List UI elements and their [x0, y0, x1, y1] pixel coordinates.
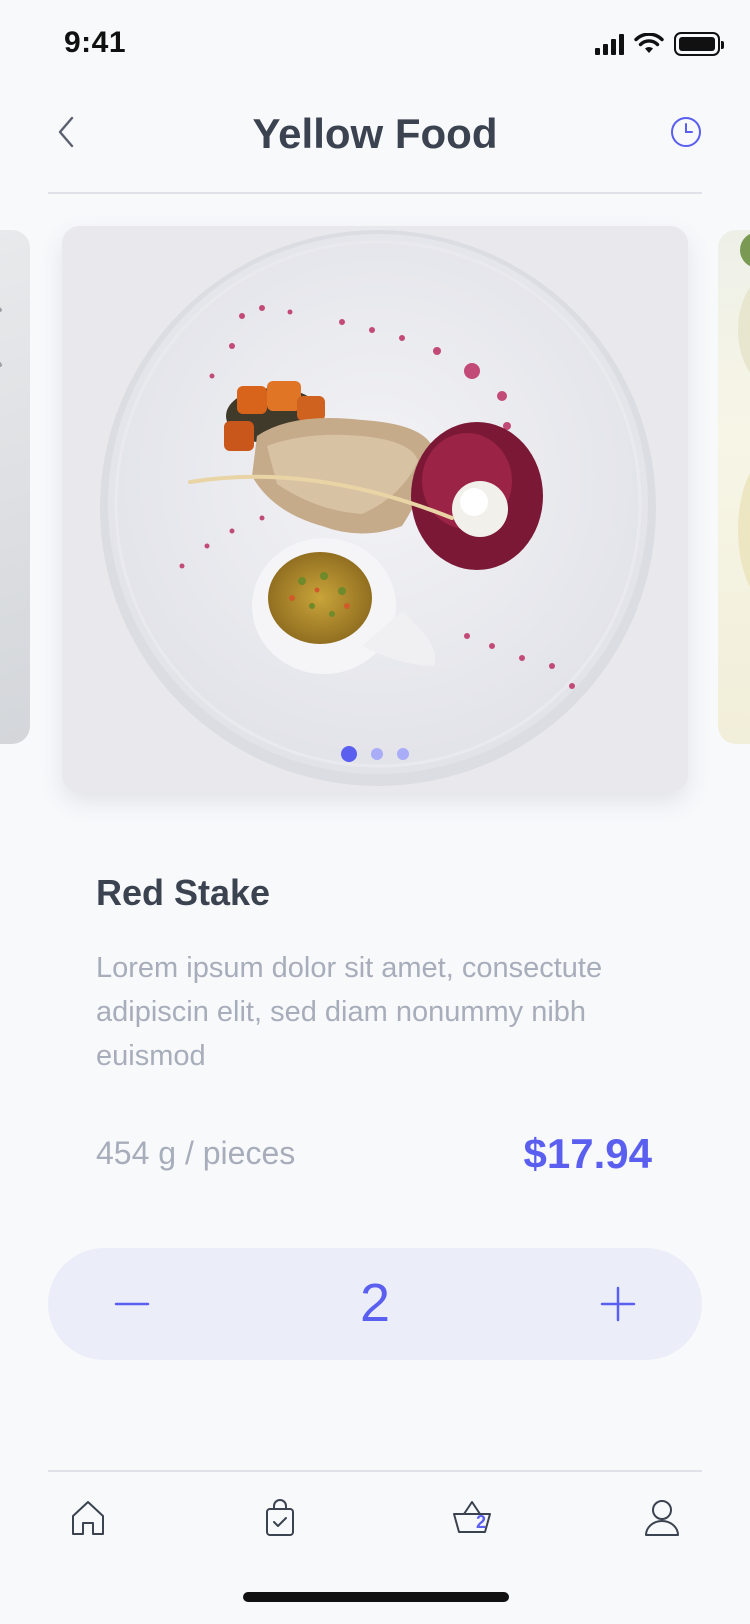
- food-image-carousel[interactable]: [0, 226, 750, 792]
- home-icon: [72, 1501, 104, 1535]
- home-indicator: [243, 1592, 509, 1602]
- carousel-dot-3[interactable]: [397, 748, 409, 760]
- product-price: $17.94: [523, 1130, 652, 1177]
- tab-bar: 2: [0, 1490, 750, 1560]
- history-button[interactable]: [666, 112, 706, 152]
- page-title: Yellow Food: [252, 110, 498, 157]
- increase-quantity-button[interactable]: [588, 1274, 648, 1334]
- previous-food-card[interactable]: [0, 230, 30, 744]
- product-name: Red Stake: [96, 872, 271, 913]
- plus-icon: [600, 1286, 636, 1322]
- basket-icon: [453, 1501, 491, 1533]
- food-image-card[interactable]: [62, 226, 688, 792]
- user-icon: [645, 1500, 679, 1536]
- carousel-pagination: [62, 746, 688, 762]
- product-weight: 454 g / pieces: [96, 1135, 296, 1171]
- battery-icon: [674, 32, 724, 56]
- quantity-stepper: 2: [48, 1248, 702, 1360]
- tab-profile[interactable]: [634, 1490, 690, 1546]
- carousel-dot-2[interactable]: [371, 748, 383, 760]
- status-bar: 9:41: [0, 0, 750, 90]
- carousel-dot-1[interactable]: [341, 746, 357, 762]
- tab-home[interactable]: [60, 1490, 116, 1546]
- product-description: Lorem ipsum dolor sit amet, consectute a…: [96, 952, 603, 1072]
- status-icons: [595, 32, 724, 56]
- food-plate-image: [62, 226, 688, 792]
- clock-icon: [671, 117, 701, 147]
- tab-cart[interactable]: 2: [444, 1490, 500, 1546]
- cart-count-badge: 2: [476, 1512, 487, 1532]
- tab-orders[interactable]: [252, 1490, 308, 1546]
- tab-bar-divider: [48, 1470, 702, 1472]
- next-food-card[interactable]: [718, 230, 750, 744]
- cellular-signal-icon: [595, 33, 624, 55]
- wifi-icon: [634, 33, 664, 53]
- header: Yellow Food: [0, 90, 750, 194]
- shopping-bag-icon: [266, 1499, 294, 1536]
- status-time: 9:41: [64, 26, 127, 59]
- header-divider: [48, 192, 702, 194]
